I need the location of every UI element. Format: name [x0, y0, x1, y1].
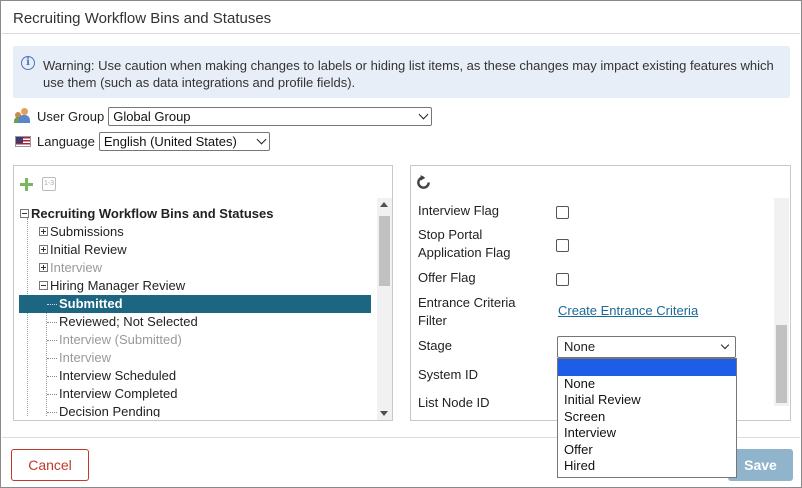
- stage-label: Stage: [418, 338, 452, 353]
- tree-item-label: Interview Scheduled: [59, 368, 177, 383]
- tree-item-initial-review[interactable]: Initial Review: [39, 241, 127, 259]
- tree-item-label: Submitted: [59, 296, 123, 311]
- stop-portal-checkbox[interactable]: [556, 239, 569, 252]
- title-divider: [2, 33, 800, 34]
- add-icon[interactable]: [20, 178, 33, 191]
- tree-item-label: Submissions: [50, 224, 124, 239]
- tree-item-interview-scheduled[interactable]: Interview Scheduled: [47, 367, 176, 385]
- collapse-icon[interactable]: [20, 209, 29, 219]
- tree-item-hiring-manager-review[interactable]: Hiring Manager Review: [39, 277, 185, 295]
- tree-item-label: Interview: [59, 350, 112, 365]
- tree-connector: [47, 394, 57, 396]
- stage-dropdown-list: None Initial Review Screen Interview Off…: [557, 358, 737, 478]
- system-id-label: System ID: [418, 367, 478, 382]
- tree-connector: [47, 412, 57, 414]
- tree-item-interview[interactable]: Interview: [39, 259, 102, 277]
- user-group-value: Global Group: [113, 108, 191, 124]
- us-flag-icon: [15, 135, 31, 147]
- scroll-up-icon[interactable]: [380, 202, 388, 207]
- stop-portal-label-2: Application Flag: [418, 245, 511, 260]
- tree-item-label: Interview (Submitted): [59, 332, 182, 347]
- tree-connector: [47, 358, 57, 360]
- stage-option-blank[interactable]: [558, 359, 736, 376]
- scroll-thumb[interactable]: [379, 216, 390, 286]
- entrance-criteria-label-2: Filter: [418, 313, 447, 328]
- chevron-down-icon: [256, 134, 267, 144]
- tree-root[interactable]: Recruiting Workflow Bins and Statuses: [20, 205, 273, 223]
- tree-item-decision-pending[interactable]: Decision Pending: [47, 403, 160, 417]
- tree-item-interview-completed[interactable]: Interview Completed: [47, 385, 178, 403]
- tree-item-label: Reviewed; Not Selected: [59, 314, 198, 329]
- language-value: English (United States): [103, 133, 237, 149]
- language-select[interactable]: English (United States): [98, 131, 270, 151]
- warning-banner: i Warning: Use caution when making chang…: [13, 46, 790, 98]
- collapse-icon[interactable]: [39, 281, 48, 291]
- refresh-icon[interactable]: [416, 175, 431, 190]
- stage-option-initial-review[interactable]: Initial Review: [558, 392, 736, 409]
- tree-connector: [47, 340, 57, 342]
- interview-flag-checkbox[interactable]: [556, 206, 569, 219]
- tree-item-submitted[interactable]: Submitted: [19, 295, 371, 313]
- tree-item-label: Interview Completed: [59, 386, 178, 401]
- tree-item-label: Decision Pending: [59, 404, 161, 417]
- stage-option-offer[interactable]: Offer: [558, 442, 736, 459]
- tree-scrollbar[interactable]: [377, 198, 392, 420]
- create-entrance-criteria-link[interactable]: Create Entrance Criteria: [558, 303, 698, 318]
- language-row: Language English (United States): [15, 131, 270, 151]
- tree-guide-line: [27, 218, 28, 417]
- stage-option-hired[interactable]: Hired: [558, 458, 736, 475]
- user-group-select[interactable]: Global Group: [108, 106, 433, 126]
- tree-view: Recruiting Workflow Bins and Statuses Su…: [19, 205, 377, 417]
- user-group-label: User Group: [37, 108, 105, 124]
- tree-item-reviewed-not-selected[interactable]: Reviewed; Not Selected: [47, 313, 198, 331]
- tree-item-label: Initial Review: [50, 242, 127, 257]
- stage-value: None: [564, 339, 596, 354]
- tree-panel: 1-3 Recruiting Workflow Bins and Statuse…: [13, 165, 393, 421]
- interview-flag-label: Interview Flag: [418, 203, 499, 218]
- stage-option-none[interactable]: None: [558, 376, 736, 393]
- offer-flag-checkbox[interactable]: [556, 273, 569, 286]
- tree-root-label: Recruiting Workflow Bins and Statuses: [31, 206, 274, 221]
- stage-select[interactable]: None: [557, 336, 736, 358]
- info-icon: i: [21, 56, 35, 70]
- properties-scrollbar[interactable]: [774, 198, 789, 406]
- expand-icon[interactable]: [39, 245, 48, 255]
- list-node-id-label: List Node ID: [418, 395, 490, 410]
- tree-connector: [47, 322, 57, 324]
- tree-connector: [47, 376, 57, 378]
- tree-item-label: Interview: [50, 260, 103, 275]
- scroll-down-icon[interactable]: [380, 411, 388, 416]
- tree-connector: [47, 304, 57, 306]
- stage-option-screen[interactable]: Screen: [558, 409, 736, 426]
- reorder-icon[interactable]: 1-3: [42, 177, 56, 191]
- language-label: Language: [37, 133, 95, 149]
- stop-portal-label-1: Stop Portal: [418, 227, 483, 242]
- user-group-icon: [14, 108, 33, 124]
- offer-flag-label: Offer Flag: [418, 270, 476, 285]
- chevron-down-icon: [418, 109, 429, 119]
- chevron-down-icon: [720, 340, 730, 350]
- tree-item-label: Hiring Manager Review: [50, 278, 186, 293]
- workflow-dialog: Recruiting Workflow Bins and Statuses i …: [0, 0, 802, 488]
- dialog-title: Recruiting Workflow Bins and Statuses: [13, 10, 272, 27]
- tree-item-submissions[interactable]: Submissions: [39, 223, 124, 241]
- save-button[interactable]: Save: [728, 449, 793, 481]
- entrance-criteria-label-1: Entrance Criteria: [418, 295, 516, 310]
- tree-item-interview-submitted[interactable]: Interview (Submitted): [47, 331, 182, 349]
- expand-icon[interactable]: [39, 227, 48, 237]
- tree-item-interview-2[interactable]: Interview: [47, 349, 111, 367]
- user-group-row: User Group Global Group: [14, 106, 433, 126]
- warning-text: Warning: Use caution when making changes…: [43, 58, 774, 90]
- scroll-thumb[interactable]: [776, 325, 787, 403]
- stage-option-interview[interactable]: Interview: [558, 425, 736, 442]
- expand-icon[interactable]: [39, 263, 48, 273]
- cancel-button[interactable]: Cancel: [11, 449, 89, 481]
